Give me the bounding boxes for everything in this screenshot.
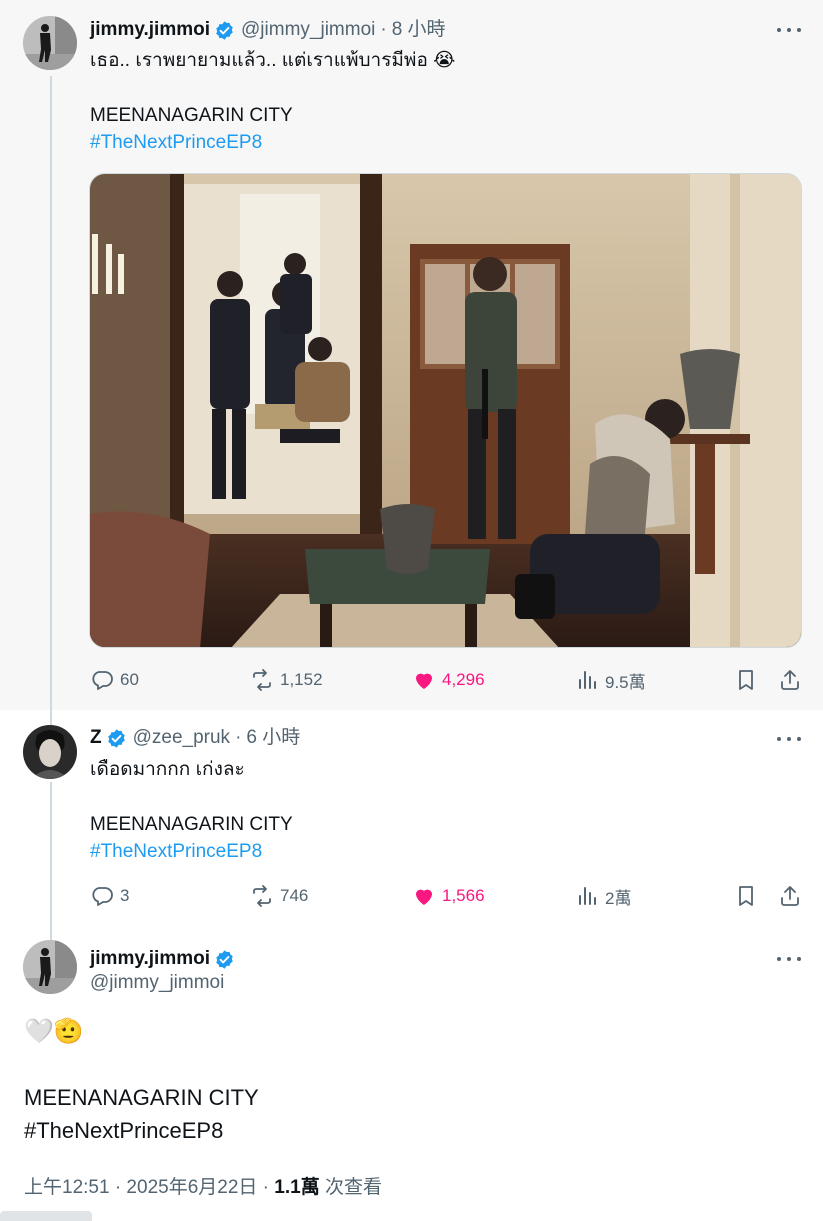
share-icon [781,670,799,690]
separator-dot: · [235,727,242,748]
tweet-text: เดือดมากกก เก่งละ [90,759,245,780]
separator-dot: · [380,19,387,40]
tweet-actions: 60 1,152 4,296 9.5萬 [90,665,805,695]
like-count: 1,566 [442,886,485,905]
verified-badge-icon [214,949,235,970]
retweet-count: 1,152 [280,670,323,689]
tweet-meta: 上午12:51 · 2025年6月22日 · 1.1萬 次查看 [24,1172,382,1199]
verified-badge-icon [106,728,127,749]
thread-line [50,710,52,725]
bottom-tab[interactable] [0,1211,92,1221]
bookmark-icon [739,670,753,690]
like-count: 4,296 [442,670,485,689]
handle[interactable]: @jimmy_jimmoi [90,972,224,994]
more-icon[interactable] [777,729,801,749]
avatar[interactable] [23,16,77,70]
views-icon [579,887,596,905]
reply-count: 60 [120,670,139,689]
tweet-actions: 3 746 1,566 2萬 [90,881,805,911]
retweet-button[interactable]: 746 [250,881,308,911]
reply-icon [92,671,113,690]
avatar[interactable] [23,725,77,779]
views-button[interactable]: 2萬 [575,881,631,911]
tweet-time[interactable]: 8 小時 [392,18,446,42]
share-button[interactable] [778,881,808,911]
avatar[interactable] [23,940,77,994]
retweet-icon [253,669,271,691]
retweet-count: 746 [280,886,309,905]
thread-line [50,932,52,940]
view-count: 2萬 [605,888,632,908]
tweet-photo[interactable] [89,173,802,648]
bookmark-button[interactable] [734,665,764,695]
emoji-text: 🤍🫡 [24,1018,84,1045]
view-count: 9.5萬 [605,672,646,692]
views-button[interactable]: 9.5萬 [575,665,646,695]
thread-line [50,76,52,710]
reply-count: 3 [120,886,130,905]
tweet-text-line: MEENANAGARIN CITY [24,1085,259,1110]
reply-button[interactable]: 3 [90,881,129,911]
display-name[interactable]: Z [90,726,102,750]
view-count: 1.1萬 [274,1177,320,1198]
heart-icon [416,889,432,905]
reply-button[interactable]: 60 [90,665,139,695]
like-button[interactable]: 4,296 [412,665,485,695]
bookmark-button[interactable] [734,881,764,911]
tweet-jimmy-1[interactable]: jimmy.jimmoi @jimmy_jimmoi · 8 小時 เธอ.. … [0,0,823,710]
heart-icon [416,673,432,689]
retweet-button[interactable]: 1,152 [250,665,323,695]
hashtag-link[interactable]: #TheNextPrinceEP8 [24,1116,223,1146]
thread-line [50,782,52,932]
hashtag-link[interactable]: #TheNextPrinceEP8 [90,129,262,156]
tweet-header: jimmy.jimmoi [90,947,235,971]
verified-badge-icon [214,20,235,41]
display-name[interactable]: jimmy.jimmoi [90,18,210,42]
bookmark-icon [739,886,753,906]
tweet-header: Z @zee_pruk · 6 小時 [90,726,300,750]
like-button[interactable]: 1,566 [412,881,485,911]
tweet-text-line: MEENANAGARIN CITY [90,105,293,126]
more-icon[interactable] [777,20,801,40]
tweet-header: jimmy.jimmoi @jimmy_jimmoi · 8 小時 [90,18,446,42]
display-name[interactable]: jimmy.jimmoi [90,947,210,971]
share-icon [781,886,799,906]
hashtag-link[interactable]: #TheNextPrinceEP8 [90,838,262,865]
tweet-time[interactable]: 6 小時 [246,726,300,750]
tweet-jimmy-focused: jimmy.jimmoi @jimmy_jimmoi 🤍🫡 MEENANAGAR… [0,932,823,1221]
tweet-text-line: MEENANAGARIN CITY [90,814,293,835]
tweet-zee[interactable]: Z @zee_pruk · 6 小時 เดือดมากกก เก่งละ MEE… [0,710,823,932]
reply-icon [92,887,113,906]
tweet-text: เธอ.. เราพยายามแล้ว.. แต่เราแพ้บารมีพ่อ … [90,50,456,71]
handle[interactable]: @zee_pruk [133,726,230,750]
timestamp[interactable]: 上午12:51 · 2025年6月22日 · [24,1177,274,1198]
share-button[interactable] [778,665,808,695]
handle[interactable]: @jimmy_jimmoi [241,18,375,42]
views-icon [579,671,596,689]
more-icon[interactable] [777,949,801,969]
retweet-icon [253,885,271,907]
view-suffix: 次查看 [319,1177,382,1198]
